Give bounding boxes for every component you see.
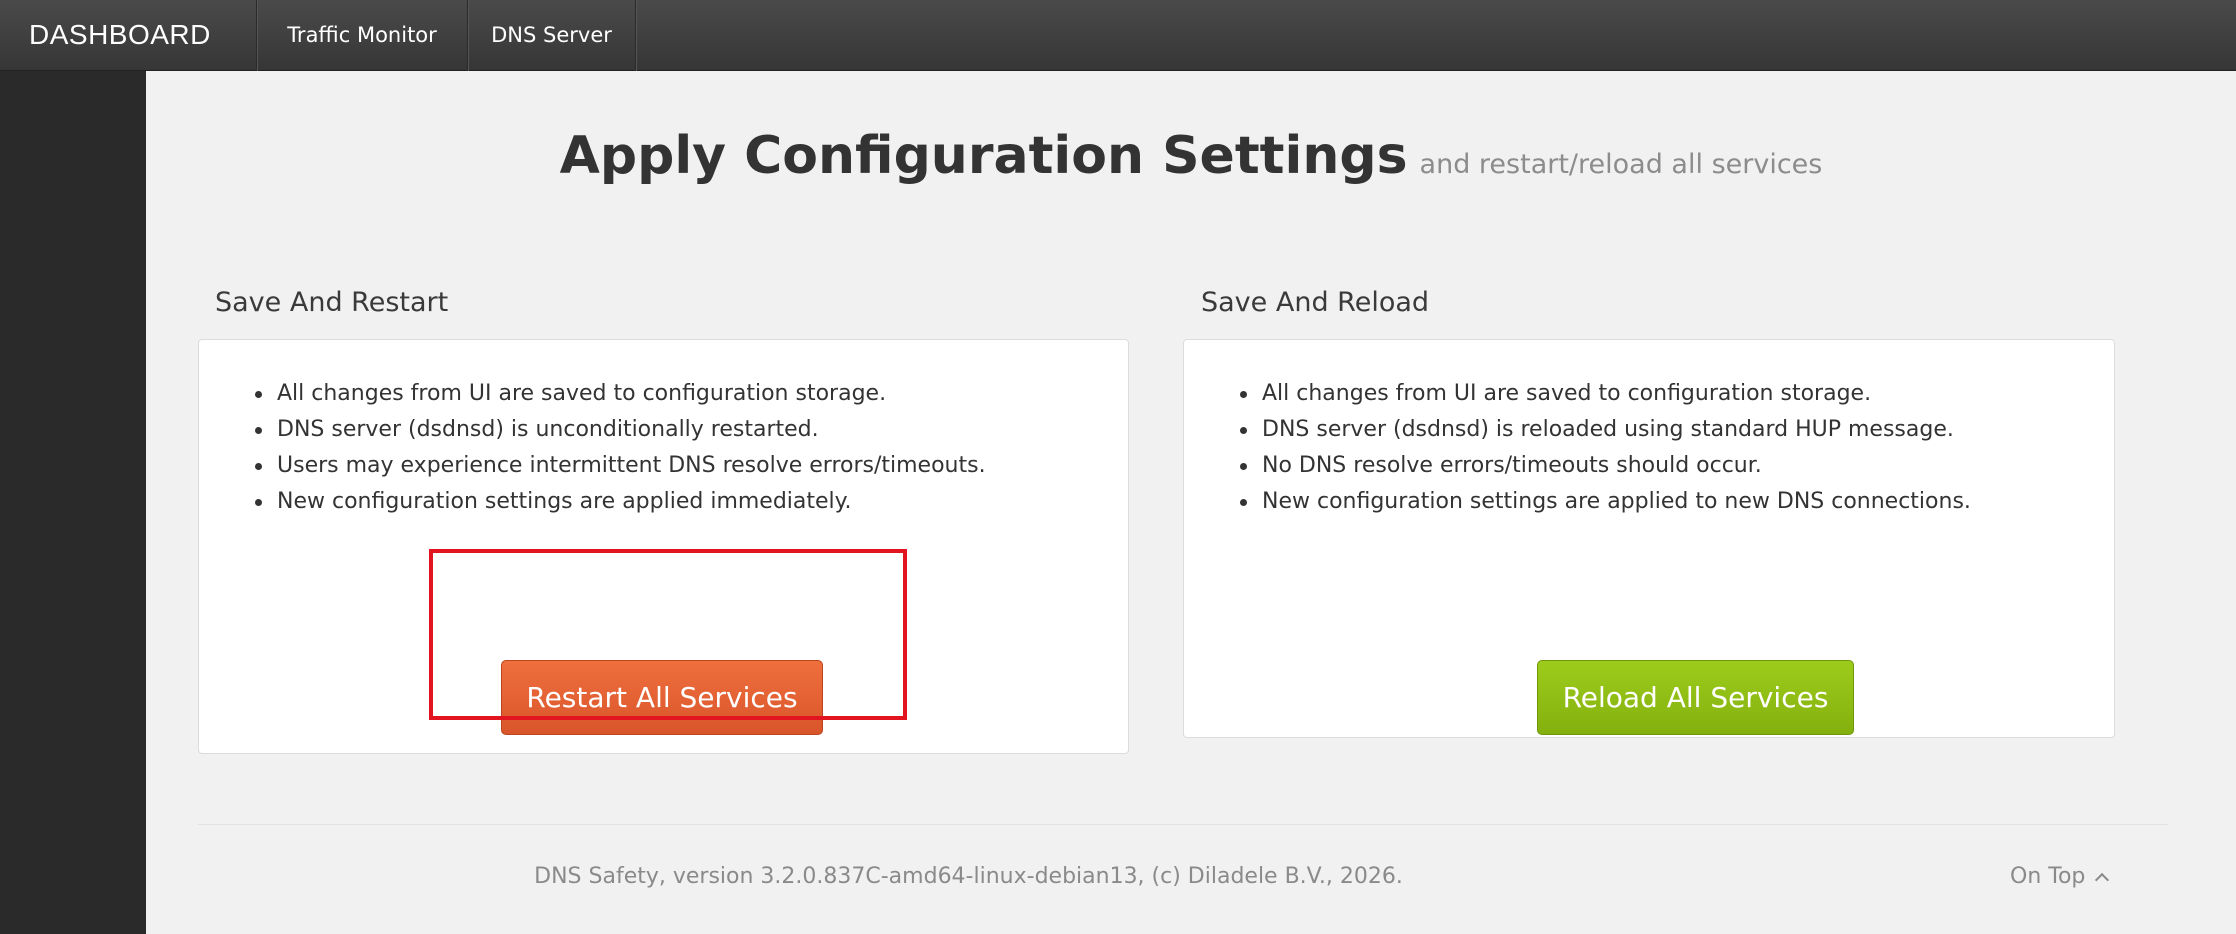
restart-bullet-list: All changes from UI are saved to configu… xyxy=(252,376,986,520)
on-top-label: On Top xyxy=(2010,864,2086,889)
list-item: No DNS resolve errors/timeouts should oc… xyxy=(1237,448,1971,484)
reload-bullet-list: All changes from UI are saved to configu… xyxy=(1237,376,1971,520)
brand-logo-link[interactable]: DASHBOARD xyxy=(29,18,211,52)
list-item: New configuration settings are applied i… xyxy=(252,484,986,520)
on-top-link[interactable]: On Top xyxy=(2010,864,2110,889)
footer-copyright: DNS Safety, version 3.2.0.837C-amd64-lin… xyxy=(534,864,1403,889)
main-content: Apply Configuration Settings and restart/… xyxy=(146,71,2236,934)
nav-traffic-monitor[interactable]: Traffic Monitor xyxy=(257,0,467,71)
chevron-up-icon xyxy=(2095,872,2110,888)
reload-panel: All changes from UI are saved to configu… xyxy=(1183,339,2115,738)
top-navbar: DASHBOARD Traffic Monitor DNS Server xyxy=(0,0,2236,71)
reload-section-label: Save And Reload xyxy=(1201,287,1430,318)
reload-all-services-button[interactable]: Reload All Services xyxy=(1537,660,1854,735)
footer-divider xyxy=(198,824,2168,825)
list-item: New configuration settings are applied t… xyxy=(1237,484,1971,520)
page-subtitle: and restart/reload all services xyxy=(1419,149,1823,180)
page-title: Apply Configuration Settings xyxy=(559,126,1408,186)
highlight-box xyxy=(429,549,907,720)
list-item: DNS server (dsdnsd) is unconditionally r… xyxy=(252,412,986,448)
restart-section-label: Save And Restart xyxy=(215,287,449,318)
list-item: All changes from UI are saved to configu… xyxy=(1237,376,1971,412)
list-item: Users may experience intermittent DNS re… xyxy=(252,448,986,484)
list-item: DNS server (dsdnsd) is reloaded using st… xyxy=(1237,412,1971,448)
page-header: Apply Configuration Settings and restart/… xyxy=(146,126,2236,186)
nav-dns-server[interactable]: DNS Server xyxy=(468,0,635,71)
nav-divider xyxy=(635,0,636,71)
left-sidebar xyxy=(0,71,146,934)
list-item: All changes from UI are saved to configu… xyxy=(252,376,986,412)
